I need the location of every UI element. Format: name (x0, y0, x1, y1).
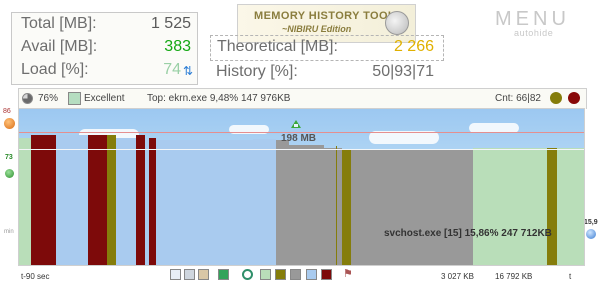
gray-filter-button[interactable] (290, 269, 301, 280)
usage-percent: 76% (38, 93, 59, 104)
right-value-label: 15,9 (584, 219, 598, 226)
avail-row: Avail [MB]: 383 (21, 38, 195, 60)
axis-avail-label: 73 (5, 154, 13, 161)
peak-marker-inner (294, 124, 298, 127)
chart-bar (276, 140, 289, 265)
axis-max-label: 86 (3, 108, 11, 115)
chart-bar (107, 135, 116, 265)
avail-value: 383 (164, 38, 191, 55)
kb-value-b: 16 792 KB (495, 272, 533, 281)
olive-toggle-button[interactable] (550, 92, 562, 104)
chart-bar (324, 148, 336, 265)
top-process-info: Top: ekrn.exe 9,48% 147 976KB (147, 93, 291, 104)
theoretical-label: Theoretical [MB]: (217, 38, 338, 55)
olive-filter-button[interactable] (275, 269, 286, 280)
chart-bar (547, 148, 557, 265)
avail-line (19, 149, 584, 150)
chart-bar (149, 138, 156, 265)
blue-filter-button[interactable] (306, 269, 317, 280)
chart-bar (351, 149, 473, 265)
avail-label: Avail [MB]: (21, 38, 98, 55)
logo-title: MEMORY HISTORY TOOL (254, 10, 396, 22)
red-filter-button[interactable] (321, 269, 332, 280)
e-icon[interactable] (242, 269, 253, 280)
menu-autohide-label: autohide (514, 28, 554, 38)
pie-chart-icon (22, 93, 33, 104)
info-bar: 76% Excellent Top: ekrn.exe 9,48% 147 97… (18, 88, 587, 109)
kb-value-a: 3 027 KB (441, 272, 474, 281)
history-value: 50|93|71 (372, 63, 434, 80)
load-row: Load [%]: 74 ⇅ (21, 61, 195, 83)
monitor-icon[interactable] (170, 269, 181, 280)
bottom-toolbar: t-90 sec ⚑ 3 027 KB 16 792 KB t (18, 266, 585, 285)
quality-label: Excellent (84, 93, 125, 104)
total-row: Total [MB]: 1 525 (21, 15, 195, 37)
total-value: 1 525 (150, 15, 191, 32)
chart-bar (56, 135, 88, 265)
logo-subtitle: ~NIBIRU Edition (282, 24, 352, 34)
chart-bar (136, 135, 145, 265)
load-label: Load [%]: (21, 61, 89, 78)
chart-bar (473, 148, 547, 265)
chart-bar (116, 138, 136, 265)
red-toggle-button[interactable] (568, 92, 580, 104)
time-range-label: t-90 sec (21, 272, 50, 281)
quality-swatch (68, 92, 81, 105)
chart-bar (31, 135, 56, 265)
recycle-icon[interactable] (218, 269, 229, 280)
peak-marker-label: 198 MB (281, 133, 317, 144)
green-filter-button[interactable] (260, 269, 271, 280)
memory-disc-icon (385, 11, 409, 35)
chart-bar (19, 138, 31, 265)
chart-bar (88, 135, 107, 265)
max-indicator-icon (4, 118, 15, 129)
theoretical-box: Theoretical [MB]: 2 266 (210, 35, 444, 61)
chart-bar (253, 139, 276, 265)
right-indicator-icon (586, 229, 596, 239)
memory-stats-panel: Total [MB]: 1 525 Avail [MB]: 383 Load [… (11, 12, 198, 85)
chart-bar (342, 149, 351, 265)
printer-icon[interactable] (184, 269, 195, 280)
process-info-label: svchost.exe [15] 15,86% 247 712KB (384, 228, 552, 239)
memory-history-chart: 198 MB svchost.exe [15] 15,86% 247 712KB (18, 108, 585, 266)
save-icon[interactable] (198, 269, 209, 280)
chart-bar (156, 140, 253, 265)
avail-indicator-icon (5, 169, 14, 178)
flag-icon[interactable]: ⚑ (343, 269, 354, 280)
t-label: t (569, 272, 572, 281)
count-label: Cnt: 66|82 (495, 93, 541, 104)
total-label: Total [MB]: (21, 15, 97, 32)
chart-bar (289, 145, 324, 265)
axis-min-label: min (4, 229, 14, 235)
sort-arrows-icon[interactable]: ⇅ (183, 64, 193, 78)
chart-bar (557, 148, 584, 265)
theoretical-value: 2 266 (393, 38, 434, 55)
load-value: 74 (163, 61, 181, 78)
history-label: History [%]: (216, 63, 298, 80)
